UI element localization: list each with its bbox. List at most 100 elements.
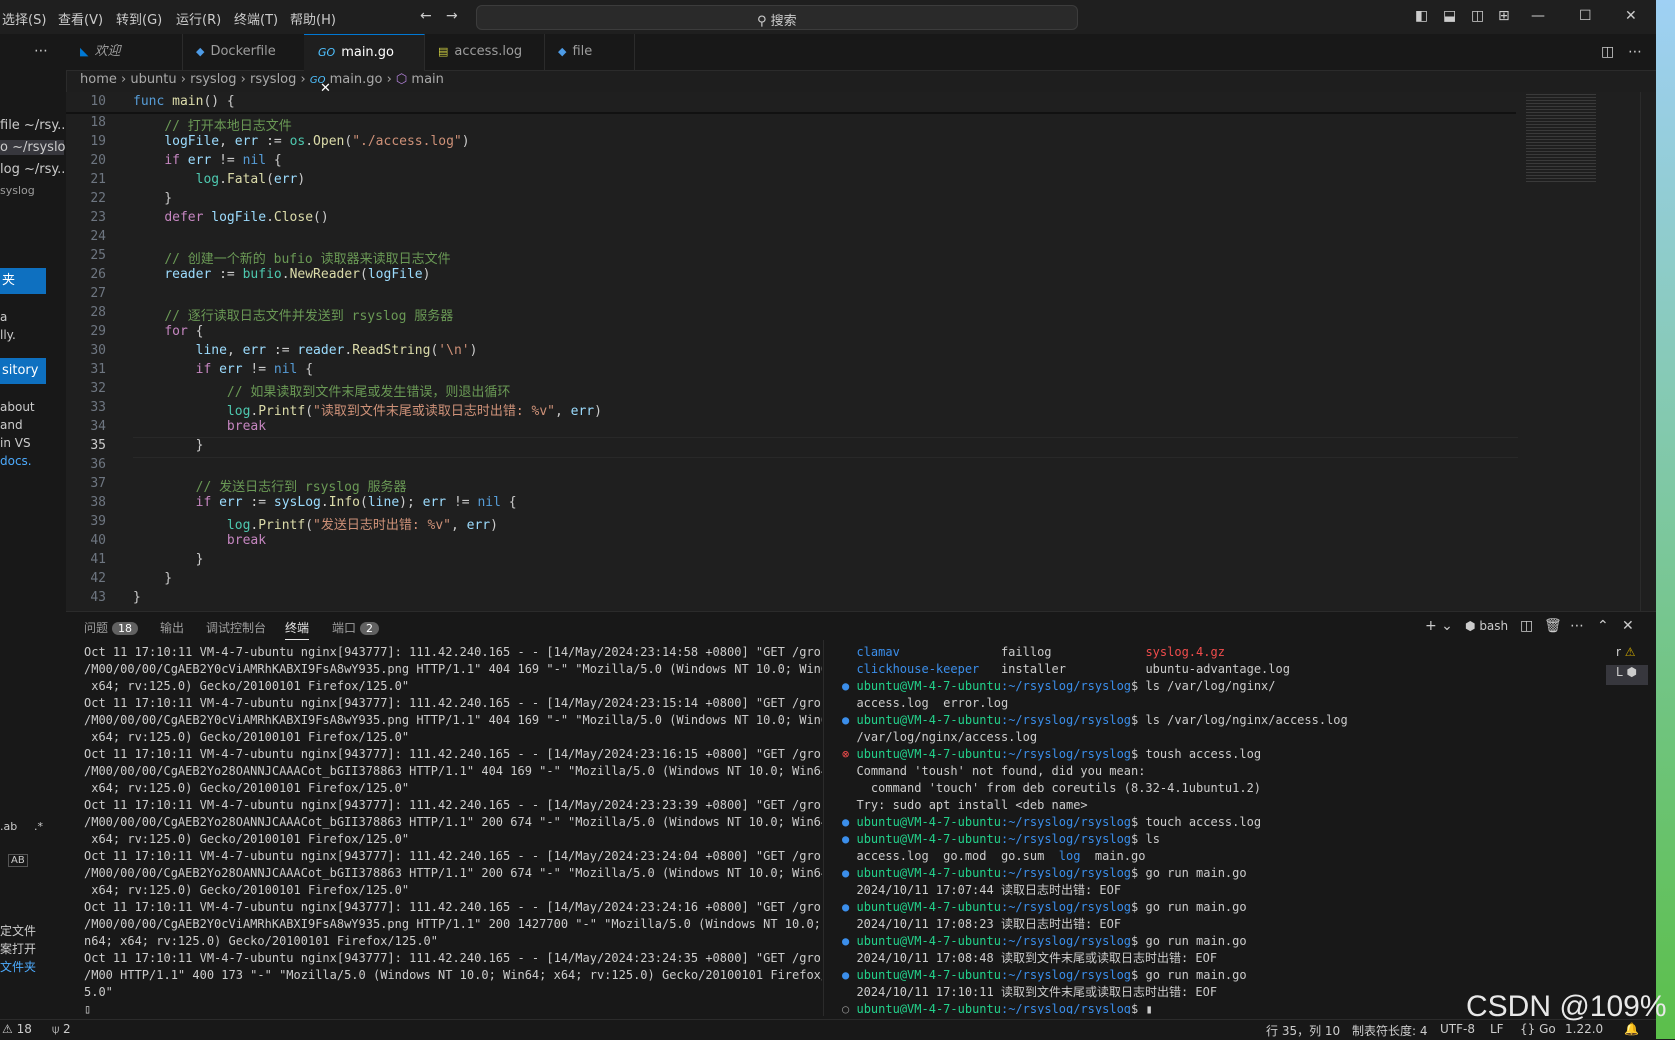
line-number: 39: [90, 514, 106, 529]
breadcrumb-item[interactable]: rsyslog: [190, 72, 236, 87]
customize-layout-icon[interactable]: ⊞: [1498, 9, 1510, 23]
sidebar-text: 定文件: [0, 924, 37, 938]
breadcrumb-item[interactable]: home: [80, 72, 117, 87]
terminal-left[interactable]: Oct 11 17:10:11 VM-4-7-ubuntu nginx[9437…: [84, 644, 822, 1014]
tab-file[interactable]: ◆ file: [544, 34, 635, 70]
cursor-position[interactable]: 行 35，列 10: [1266, 1022, 1340, 1039]
terminal-ls-row: clamav faillog syslog.4.gz: [856, 645, 1225, 659]
terminal-output-line: Oct 11 17:10:11 VM-4-7-ubuntu nginx[9437…: [84, 645, 822, 659]
terminal-output-line: access.log error.log: [842, 696, 1009, 710]
breadcrumb-item[interactable]: rsyslog: [250, 72, 296, 87]
tab-main-go[interactable]: GO main.go ✕: [304, 34, 425, 96]
ports-status[interactable]: ⍦ 2: [52, 1022, 71, 1037]
code-line: // 如果读取到文件末尾或发生错误，则退出循环: [226, 385, 511, 400]
go-version[interactable]: 1.22.0: [1565, 1022, 1603, 1036]
close-window-icon[interactable]: ✕: [1625, 9, 1637, 23]
line-number: 22: [90, 191, 106, 206]
terminal-output-line: x64; rv:125.0) Gecko/20100101 Firefox/12…: [84, 781, 410, 795]
open-editor-item[interactable]: file ~/rsy...: [0, 118, 70, 133]
toggle-panel-icon[interactable]: ⬓: [1443, 9, 1456, 23]
terminal-right[interactable]: clamav faillog syslog.4.gz clickhouse-ke…: [842, 644, 1590, 1014]
tab-output[interactable]: 输出: [160, 619, 184, 636]
match-word-toggle[interactable]: .ab: [0, 820, 17, 833]
code-line: for {: [164, 324, 204, 339]
docs-link[interactable]: docs.: [0, 454, 32, 468]
menu-view[interactable]: 查看(V): [58, 9, 103, 28]
code-line: // 逐行读取日志文件并发送到 rsyslog 服务器: [164, 309, 454, 324]
ports-count: 2: [63, 1022, 71, 1036]
terminal-ls-row: clickhouse-keeper installer ubuntu-advan…: [856, 662, 1290, 676]
more-actions-icon[interactable]: ⋯: [1570, 619, 1584, 633]
menu-selection[interactable]: 选择(S): [2, 9, 46, 28]
toggle-secondary-sidebar-icon[interactable]: ◫: [1471, 9, 1484, 23]
trash-icon[interactable]: 🗑: [1544, 619, 1562, 633]
notifications-bell-icon[interactable]: 🔔: [1624, 1022, 1639, 1036]
tab-debug-console[interactable]: 调试控制台: [206, 619, 266, 636]
indentation[interactable]: 制表符长度: 4: [1352, 1022, 1428, 1039]
breadcrumb-item[interactable]: main: [411, 72, 443, 87]
code-line: if err != nil {: [164, 153, 282, 168]
problems-status[interactable]: ⚠ 18: [2, 1022, 32, 1036]
sidebar-text: lly.: [0, 328, 16, 342]
maximize-panel-icon[interactable]: ⌃: [1597, 619, 1609, 633]
code-line: // 创建一个新的 bufio 读取器来读取日志文件: [164, 252, 451, 267]
code-line: }: [133, 571, 173, 586]
minimize-icon[interactable]: —: [1531, 9, 1545, 23]
editor-scrollbar[interactable]: [1640, 92, 1655, 611]
menu-terminal[interactable]: 终端(T): [234, 9, 278, 28]
new-terminal-icon[interactable]: + ⌄: [1425, 619, 1453, 633]
language-mode[interactable]: {} Go: [1520, 1022, 1556, 1036]
close-panel-icon[interactable]: ✕: [1622, 619, 1634, 633]
menu-run[interactable]: 运行(R): [176, 9, 221, 28]
code-line: log.Fatal(err): [195, 172, 306, 187]
terminal-divider[interactable]: [823, 640, 824, 1016]
more-actions-icon[interactable]: ⋯: [34, 44, 48, 58]
line-number: 19: [90, 134, 106, 149]
more-actions-icon[interactable]: ⋯: [1628, 45, 1642, 59]
sidebar-text: about: [0, 400, 35, 414]
split-editor-icon[interactable]: ◫: [1601, 45, 1614, 59]
sticky-scroll[interactable]: [66, 92, 1516, 114]
tab-terminal[interactable]: 终端: [285, 619, 310, 640]
menu-help[interactable]: 帮助(H): [290, 9, 336, 28]
forward-arrow-icon[interactable]: →: [446, 9, 458, 23]
encoding[interactable]: UTF-8: [1440, 1022, 1475, 1036]
breadcrumb-item[interactable]: ubuntu: [130, 72, 176, 87]
open-editor-item-active[interactable]: o ~/rsyslo...: [0, 140, 78, 155]
command-center-search[interactable]: ⚲ 搜索: [476, 5, 1078, 30]
terminal-icon: ⬢: [1465, 619, 1476, 633]
tab-problems[interactable]: 问题 18: [84, 619, 139, 636]
toggle-sidebar-icon[interactable]: ◧: [1415, 9, 1428, 23]
open-folder-link[interactable]: 文件夹: [0, 958, 36, 975]
preserve-case-toggle[interactable]: AB: [8, 854, 28, 867]
code-line: defer logFile.Close(): [164, 210, 329, 225]
open-folder-button[interactable]: 夹: [0, 268, 46, 294]
split-terminal-icon[interactable]: ◫: [1520, 619, 1533, 633]
problems-count-badge: 18: [112, 622, 139, 635]
tab-access-log[interactable]: ▤ access.log: [424, 34, 545, 70]
code-line: if err := sysLog.Info(line); err != nil …: [195, 495, 517, 510]
clone-repository-button[interactable]: sitory: [0, 358, 46, 384]
tab-label: 欢迎: [94, 44, 121, 59]
back-arrow-icon[interactable]: ←: [420, 9, 432, 23]
regex-toggle[interactable]: .*: [34, 820, 43, 833]
end-of-line[interactable]: LF: [1490, 1022, 1504, 1036]
tab-label: main.go: [341, 45, 395, 60]
minimap[interactable]: [1526, 92, 1596, 182]
maximize-icon[interactable]: ☐: [1579, 9, 1592, 23]
line-number: 37: [90, 476, 106, 491]
breadcrumb-item[interactable]: main.go: [330, 72, 383, 87]
terminal-prompt-line: ● ubuntu@VM-4-7-ubuntu:~/rsyslog/rsyslog…: [842, 866, 1247, 880]
terminal-output-line: x64; rv:125.0) Gecko/20100101 Firefox/12…: [84, 832, 410, 846]
code-line: line, err := reader.ReadString('\n'): [195, 343, 478, 358]
tab-dockerfile[interactable]: ◆ Dockerfile: [182, 34, 305, 70]
tab-welcome[interactable]: ◣ 欢迎: [66, 34, 183, 70]
menu-go[interactable]: 转到(G): [116, 9, 162, 28]
terminal-output-line: Command 'toush' not found, did you mean:: [842, 764, 1146, 778]
line-number: 24: [90, 229, 106, 244]
open-editor-item[interactable]: log ~/rsy...: [0, 162, 70, 177]
terminal-instance[interactable]: r ⚠: [1606, 645, 1648, 665]
terminal-profile[interactable]: ⬢ bash: [1465, 619, 1508, 633]
terminal-instance-active[interactable]: L ⬢: [1606, 665, 1648, 685]
terminal-prompt-line: ● ubuntu@VM-4-7-ubuntu:~/rsyslog/rsyslog…: [842, 713, 1348, 727]
